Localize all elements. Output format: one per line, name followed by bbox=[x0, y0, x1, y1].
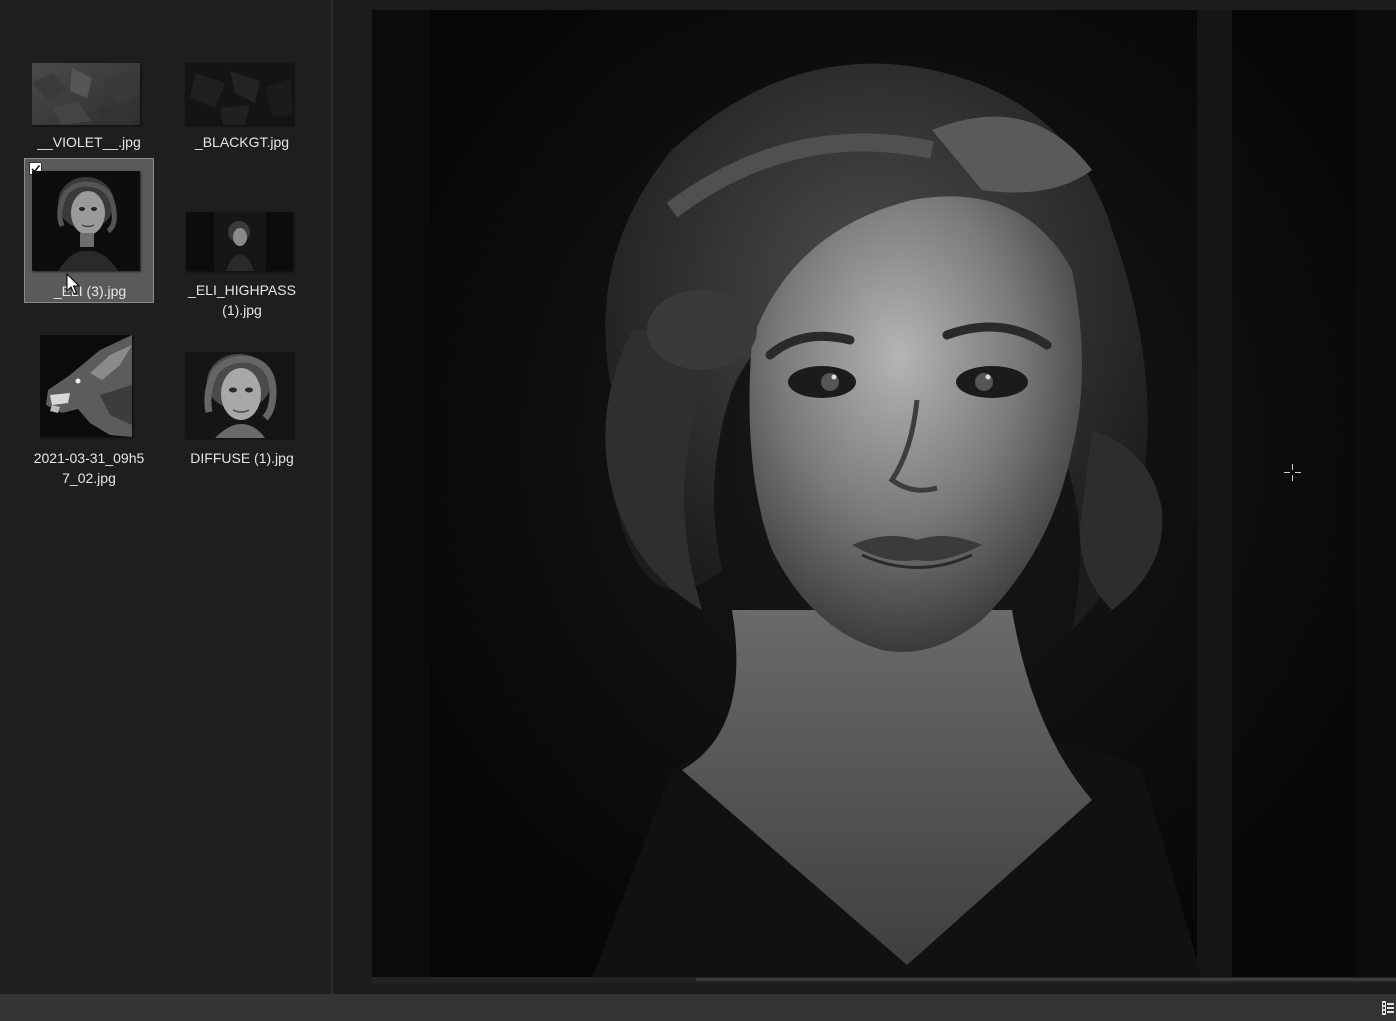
crosshair-icon bbox=[1284, 464, 1301, 481]
file-tile-violet[interactable]: __VIOLET__.jpg bbox=[24, 54, 154, 158]
file-name-label: __VIOLET__.jpg bbox=[37, 134, 141, 150]
file-tile-blackgt[interactable]: _BLACKGT.jpg bbox=[177, 54, 307, 158]
file-tile-eli-3[interactable]: _ELI (3).jpg bbox=[24, 158, 154, 303]
image-preview[interactable] bbox=[372, 10, 1396, 978]
file-tile-wolf[interactable]: 2021-03-31_09h5 7_02.jpg bbox=[24, 326, 154, 492]
thumbnail-diffuse bbox=[185, 352, 293, 438]
file-tile-eli-highpass[interactable]: _ELI_HIGHPASS (1).jpg bbox=[177, 200, 307, 324]
file-name-label: _ELI (3).jpg bbox=[53, 283, 127, 299]
panel-layout-icon[interactable] bbox=[1382, 1000, 1394, 1016]
thumbnail-wolf bbox=[40, 335, 132, 437]
thumbnail-eli-highpass bbox=[186, 212, 293, 271]
status-bar bbox=[0, 994, 1396, 1021]
preview-image-portrait bbox=[372, 10, 1396, 978]
file-name-label: 7_02.jpg bbox=[62, 470, 116, 486]
file-name-label: _ELI_HIGHPASS bbox=[188, 282, 296, 298]
file-name-label: 2021-03-31_09h5 bbox=[33, 450, 145, 466]
file-tile-diffuse[interactable]: DIFFUSE (1).jpg bbox=[177, 342, 307, 470]
thumbnail-eli-3 bbox=[32, 171, 140, 271]
file-name-label: _BLACKGT.jpg bbox=[194, 134, 290, 150]
file-name-label: DIFFUSE (1).jpg bbox=[190, 450, 294, 466]
file-browser-panel[interactable]: __VIOLET__.jpg _BLACKGT.jpg _ELI (3).jpg… bbox=[0, 0, 331, 994]
mouse-pointer-icon bbox=[66, 273, 81, 295]
image-viewer-app: __VIOLET__.jpg _BLACKGT.jpg _ELI (3).jpg… bbox=[0, 0, 1396, 1021]
scrollbar-thumb[interactable] bbox=[696, 978, 1396, 981]
file-name-label: (1).jpg bbox=[222, 302, 262, 318]
thumbnail-blackgt bbox=[185, 63, 293, 125]
panel-gap bbox=[333, 0, 372, 994]
thumbnail-violet bbox=[32, 63, 140, 125]
horizontal-scrollbar[interactable] bbox=[372, 977, 1396, 983]
